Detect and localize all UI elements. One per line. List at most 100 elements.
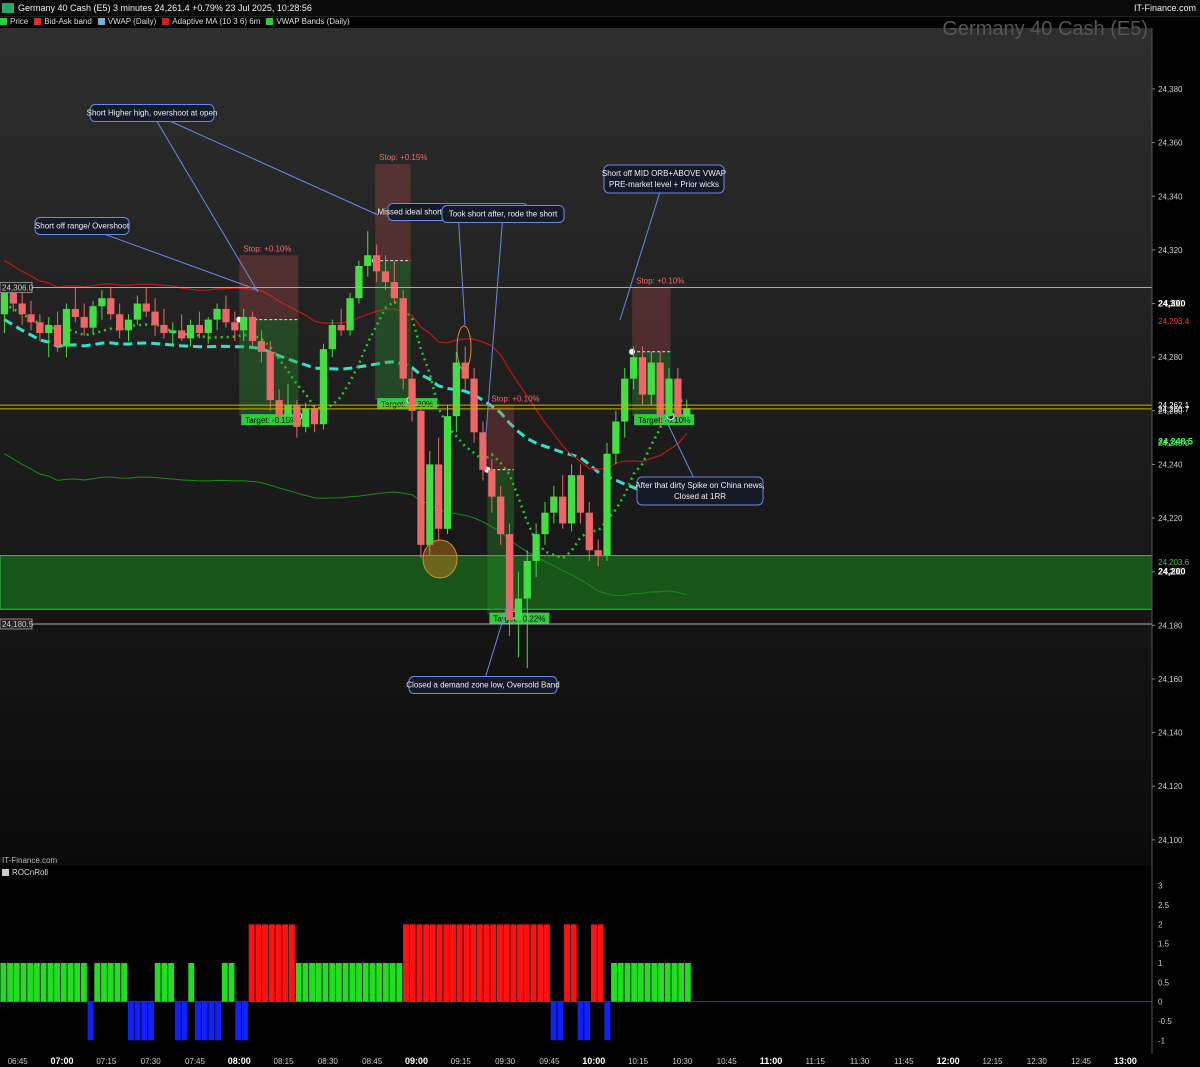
candle-body [461,362,469,379]
price-tag-label: 24,203.6 [1158,558,1190,567]
oscillator-bar [577,1001,584,1041]
oscillator-bar [134,1001,141,1041]
x-tick-label: 11:45 [894,1057,914,1066]
candle-body [443,416,452,529]
candle-body [231,322,239,331]
annotation-text: After that dirty Spike on China news, [635,481,764,490]
x-tick-label: 09:30 [495,1057,516,1066]
oscillator-bar [67,963,74,1002]
oscillator-bar [362,963,369,1002]
oscillator-bar [262,924,269,1002]
oscillator-bar [543,924,550,1002]
oscillator-bar [154,963,161,1002]
legend-item[interactable]: VWAP Bands (Daily) [266,16,350,28]
y-tick-label: 24,140 [1158,729,1183,738]
candle-body [116,314,124,331]
y-tick-label: 24,380 [1158,85,1183,94]
oscillator-bar [215,1001,222,1041]
osc-tick-label: 0.5 [1158,978,1170,987]
candle-body [408,378,416,411]
osc-tick-label: 2 [1158,920,1163,929]
candle-body [665,378,673,417]
candle-body [390,282,398,299]
brand-name: IT-Finance.com [1133,3,1196,13]
oscillator-bar [27,963,34,1002]
oscillator-bar [590,924,597,1002]
candle-body [585,512,593,551]
candle-body [567,475,576,524]
legend-item[interactable]: Adaptive MA (10 3 6) 6m [162,16,260,28]
oscillator-bar [241,1001,248,1041]
oscillator-bar [161,963,168,1002]
annotation-text: PRE-market level + Prior wicks [609,180,719,189]
y-tick-label: 24,280 [1158,353,1183,362]
oscillator-bar [496,924,503,1002]
oscillator-bar [114,963,121,1002]
demand-zone [0,555,1153,610]
oscillator-bar [503,924,510,1002]
candle-body [417,410,425,545]
x-tick-label: 07:45 [185,1057,206,1066]
candle-body [638,357,647,395]
oscillator-bar [101,963,107,1002]
target-label: Target: -0.15% [245,416,297,425]
x-tick-label: 12:30 [1027,1057,1048,1066]
candle-body [195,324,204,334]
candle-body [319,349,328,425]
oscillator-bar [470,924,477,1002]
oscillator-label[interactable]: ROCnRoll [2,868,48,877]
candle-body [346,298,354,331]
x-tick-label: 09:00 [405,1056,428,1066]
price-tag-label: 24,293.4 [1158,317,1190,326]
legend-item[interactable]: VWAP (Daily) [97,16,156,28]
legend-label: VWAP Bands (Daily) [276,17,350,26]
candle-body [240,316,248,331]
candle-body [621,378,629,422]
candle-body [594,550,602,556]
candle-body [107,298,115,315]
candle-body [186,324,195,339]
osc-tick-label: 1 [1158,959,1163,968]
candle-body [550,496,558,513]
oscillator-bar [409,924,416,1002]
oscillator-bar [557,1001,564,1041]
y-tick-label: 24,160 [1158,675,1183,684]
oscillator-bar [530,924,537,1002]
y-tick-label: 24,320 [1158,246,1183,255]
oscillator-bar [107,963,114,1002]
candle-body [71,308,79,317]
candle-body [532,534,540,561]
x-tick-label: 08:15 [274,1057,295,1066]
candle-body [266,351,274,401]
candle-body [18,303,26,315]
oscillator-bar [651,963,658,1002]
candle-body [98,298,106,307]
oscillator-bar [483,924,490,1002]
x-tick-label: 09:45 [539,1057,560,1066]
candle-body [213,308,221,320]
oscillator-bar [195,1001,201,1041]
candle-body [612,421,620,454]
osc-tick-label: 2.5 [1158,901,1170,910]
oscillator-bar [389,963,396,1002]
candle-body [53,324,62,347]
price-tag-label: 24,300 [1158,299,1186,309]
oscillator-bar [517,924,524,1002]
legend-item[interactable]: Bid-Ask band [34,16,92,28]
legend-item[interactable]: Price [0,16,28,28]
candle-body [45,324,53,334]
candle-body [133,303,141,320]
oscillator-bar [295,963,302,1002]
oscillator-bar [248,924,255,1002]
oscillator-bar [617,963,624,1002]
x-tick-label: 12:45 [1071,1057,1092,1066]
oscillator-bar [423,924,430,1002]
oscillator-bar [671,963,678,1002]
indicator-legend: Price Bid-Ask band VWAP (Daily) Adaptive MA… [0,16,356,28]
candle-body [275,400,283,417]
stop-label: Stop: +0.15% [379,153,427,162]
oscillator-bar [684,963,691,1002]
candle-body [364,255,372,266]
oscillator-bar [510,924,517,1002]
candle-body [142,303,150,312]
